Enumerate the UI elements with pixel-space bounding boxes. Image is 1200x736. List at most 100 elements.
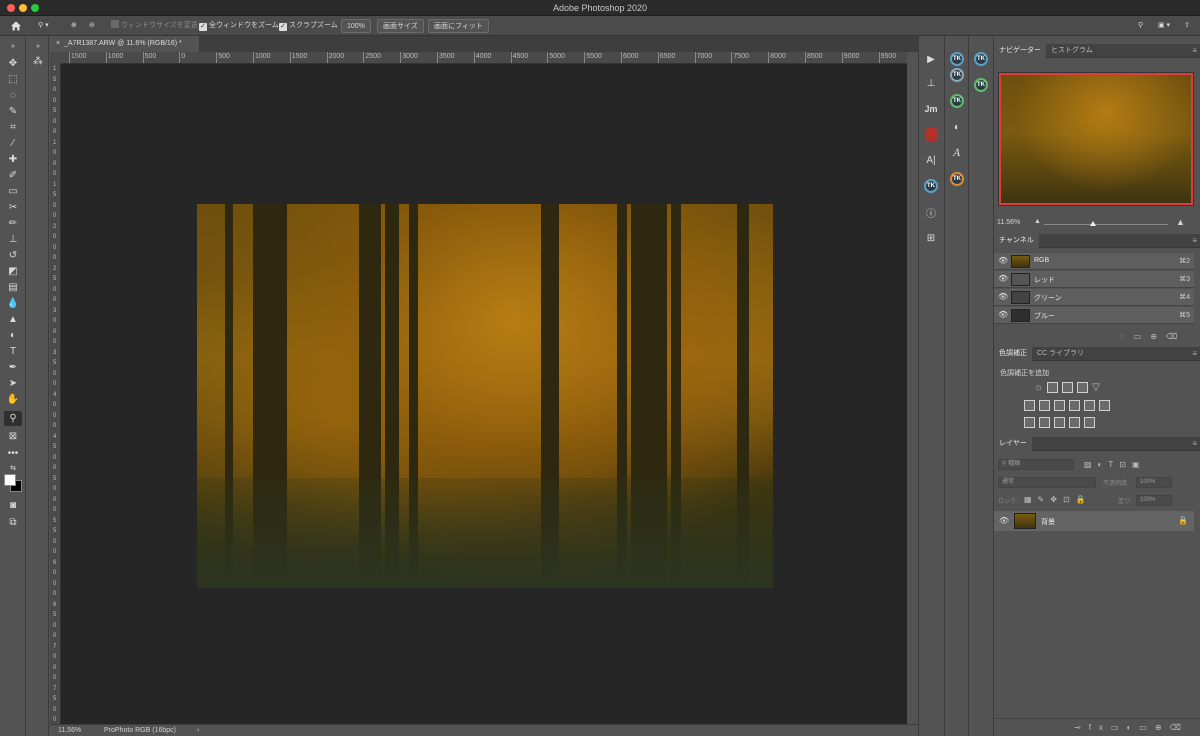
zoom-tool-preset-icon[interactable]: ⚲ ▾ <box>38 19 49 33</box>
tk-dark-icon[interactable]: TK <box>948 66 966 84</box>
close-tab-icon[interactable]: × <box>56 40 60 47</box>
brush-tool-icon[interactable]: ✏ <box>4 216 22 231</box>
brightness-icon[interactable]: ☼ <box>1034 382 1043 393</box>
sharpen-icon[interactable]: ▲ <box>4 312 22 327</box>
jm-plugin-icon[interactable]: Jm <box>922 100 940 118</box>
type-icon[interactable]: T <box>4 344 22 359</box>
invert-icon[interactable] <box>1024 417 1035 428</box>
zoom-in-mountain-icon[interactable]: ▲ <box>1176 217 1185 227</box>
resize-windows-checkbox[interactable]: ウィンドウサイズを変更 <box>111 19 198 33</box>
layer-row-background[interactable]: 👁 背景 🔒 <box>994 511 1194 531</box>
status-menu-arrow-icon[interactable]: › <box>197 725 199 736</box>
tab-channels[interactable]: チャンネル <box>994 234 1039 248</box>
quick-mask-icon[interactable]: ◙ <box>4 498 22 513</box>
navigator-preview[interactable] <box>998 72 1194 206</box>
hue-saturation-icon[interactable] <box>1024 400 1035 411</box>
screen-mode-icon[interactable]: ⧉ <box>4 515 22 530</box>
tab-cc-libraries[interactable]: CC ライブラリ <box>1032 347 1089 361</box>
crop-icon[interactable]: ⌗ <box>4 120 22 135</box>
eye-icon[interactable]: 👁 <box>998 274 1008 283</box>
path-select-icon[interactable]: ➤ <box>4 376 22 391</box>
channel-row-green[interactable]: 👁 グリーン ⌘4 <box>994 289 1194 306</box>
pen-icon[interactable]: ✒ <box>4 360 22 375</box>
history-brush-icon[interactable]: ↺ <box>4 248 22 263</box>
tk-green-icon[interactable]: TK <box>948 92 966 110</box>
fill-field[interactable]: 100% <box>1136 495 1172 506</box>
search-icon[interactable]: ⚲ <box>1138 19 1143 33</box>
eye-icon[interactable]: 👁 <box>998 292 1008 301</box>
canvas-area[interactable] <box>61 64 907 724</box>
color-balance-icon[interactable] <box>1039 400 1050 411</box>
vibrance-icon[interactable]: ▽ <box>1092 382 1100 393</box>
tab-layers[interactable]: レイヤー <box>994 437 1032 451</box>
stamp-icon[interactable]: ⊥ <box>4 232 22 247</box>
blur-icon[interactable]: 💧 <box>4 296 22 311</box>
eye-icon[interactable]: 👁 <box>998 256 1008 265</box>
zoom-all-windows-checkbox[interactable]: ✓ 全ウィンドウをズーム <box>199 19 279 33</box>
eye-icon[interactable]: 👁 <box>999 516 1009 525</box>
navigator-zoom-value[interactable]: 11.56% <box>997 219 1020 226</box>
adjustments-menu-icon[interactable]: ≡ <box>1192 349 1197 358</box>
document-tab[interactable]: × _A7R1387.ARW @ 11.6% (RGB/16) * <box>50 36 200 52</box>
eyedropper-icon[interactable]: ⁄ <box>4 136 22 151</box>
collapse-dock-icon[interactable]: » <box>29 39 47 54</box>
marquee-icon[interactable]: ⬚ <box>4 72 22 87</box>
history-panel-icon[interactable]: ◐ <box>948 118 966 136</box>
layer-filter-icons[interactable]: ▨◐T⊡▣ <box>1084 460 1146 469</box>
character-panel-icon[interactable]: A| <box>922 151 940 169</box>
quick-select-icon[interactable]: ✎ <box>4 104 22 119</box>
black-white-icon[interactable] <box>1054 400 1065 411</box>
gradient-icon[interactable]: ▤ <box>4 280 22 295</box>
channel-row-red[interactable]: 👁 レッド ⌘3 <box>994 271 1194 288</box>
selective-color-icon[interactable] <box>1084 417 1095 428</box>
stamp-panel-icon[interactable]: ⊥ <box>922 74 940 92</box>
dodge-icon[interactable]: ◐ <box>4 328 22 343</box>
edit-toolbar-icon[interactable]: ••• <box>4 446 22 461</box>
info-icon[interactable]: ⓘ <box>922 203 940 221</box>
photo-filter-icon[interactable] <box>1069 400 1080 411</box>
red-plugin-icon[interactable] <box>922 125 940 143</box>
fit-screen-button[interactable]: 画面サイズ <box>377 19 424 33</box>
channels-footer-icons[interactable]: ◌▭⊕⌫ <box>1120 332 1186 341</box>
channel-mixer-icon[interactable] <box>1084 400 1095 411</box>
healing-icon[interactable]: ✚ <box>4 152 22 167</box>
color-lookup-icon[interactable] <box>1099 400 1110 411</box>
status-zoom[interactable]: 11.56% <box>58 725 81 736</box>
move-icon[interactable]: ✥ <box>4 56 22 71</box>
tk-orange-icon[interactable]: TK <box>948 170 966 188</box>
scrubby-zoom-checkbox[interactable]: ✓ スクラブズーム <box>279 19 338 33</box>
document-image[interactable] <box>197 204 773 588</box>
collapse-toolbar-icon[interactable]: » <box>4 39 22 54</box>
play-actions-icon[interactable]: ▶ <box>922 50 940 68</box>
lock-icons[interactable]: ▦✎✥⊡🔒 <box>1024 495 1092 504</box>
swap-colors-icon[interactable]: ⇆ <box>4 460 22 475</box>
opacity-field[interactable]: 100% <box>1136 477 1172 488</box>
tk-plugin-icon[interactable]: TK <box>922 177 940 195</box>
navigator-zoom-knob[interactable] <box>1090 221 1096 226</box>
rotate-view-icon[interactable]: ⊠ <box>4 429 22 444</box>
lasso-icon[interactable]: ◌ <box>4 88 22 103</box>
navigator-view-box[interactable] <box>999 73 1193 205</box>
blend-mode-select[interactable]: 通常 <box>998 477 1096 488</box>
levels-icon[interactable] <box>1047 382 1059 393</box>
tab-histogram[interactable]: ヒストグラム <box>1046 44 1098 58</box>
posterize-icon[interactable] <box>1039 417 1050 428</box>
scissors-icon[interactable]: ✂ <box>4 200 22 215</box>
layer-filter-select[interactable]: ⚲ 種類 <box>998 459 1074 470</box>
zoom-out-icon[interactable]: ⊖ <box>89 19 95 33</box>
channel-row-blue[interactable]: 👁 ブルー ⌘5 <box>994 307 1194 324</box>
home-icon[interactable] <box>9 19 23 33</box>
eye-icon[interactable]: 👁 <box>998 310 1008 319</box>
zoom-out-mountain-icon[interactable]: ▲ <box>1034 218 1041 225</box>
exposure-icon[interactable] <box>1077 382 1089 393</box>
rectangle-icon[interactable]: ▭ <box>4 184 22 199</box>
glyphs-icon[interactable]: A <box>948 144 966 162</box>
layers-menu-icon[interactable]: ≡ <box>1192 439 1197 448</box>
tab-navigator[interactable]: ナビゲーター <box>994 44 1046 58</box>
fill-screen-button[interactable]: 画面にフィット <box>428 19 489 33</box>
channel-row-rgb[interactable]: 👁 RGB ⌘2 <box>994 253 1194 270</box>
zoom-100-button[interactable]: 100% <box>341 19 371 33</box>
brush-icon[interactable]: ✐ <box>4 168 22 183</box>
panel-menu-icon[interactable]: ≡ <box>1192 46 1197 55</box>
navigator-zoom-slider[interactable] <box>1044 224 1168 225</box>
